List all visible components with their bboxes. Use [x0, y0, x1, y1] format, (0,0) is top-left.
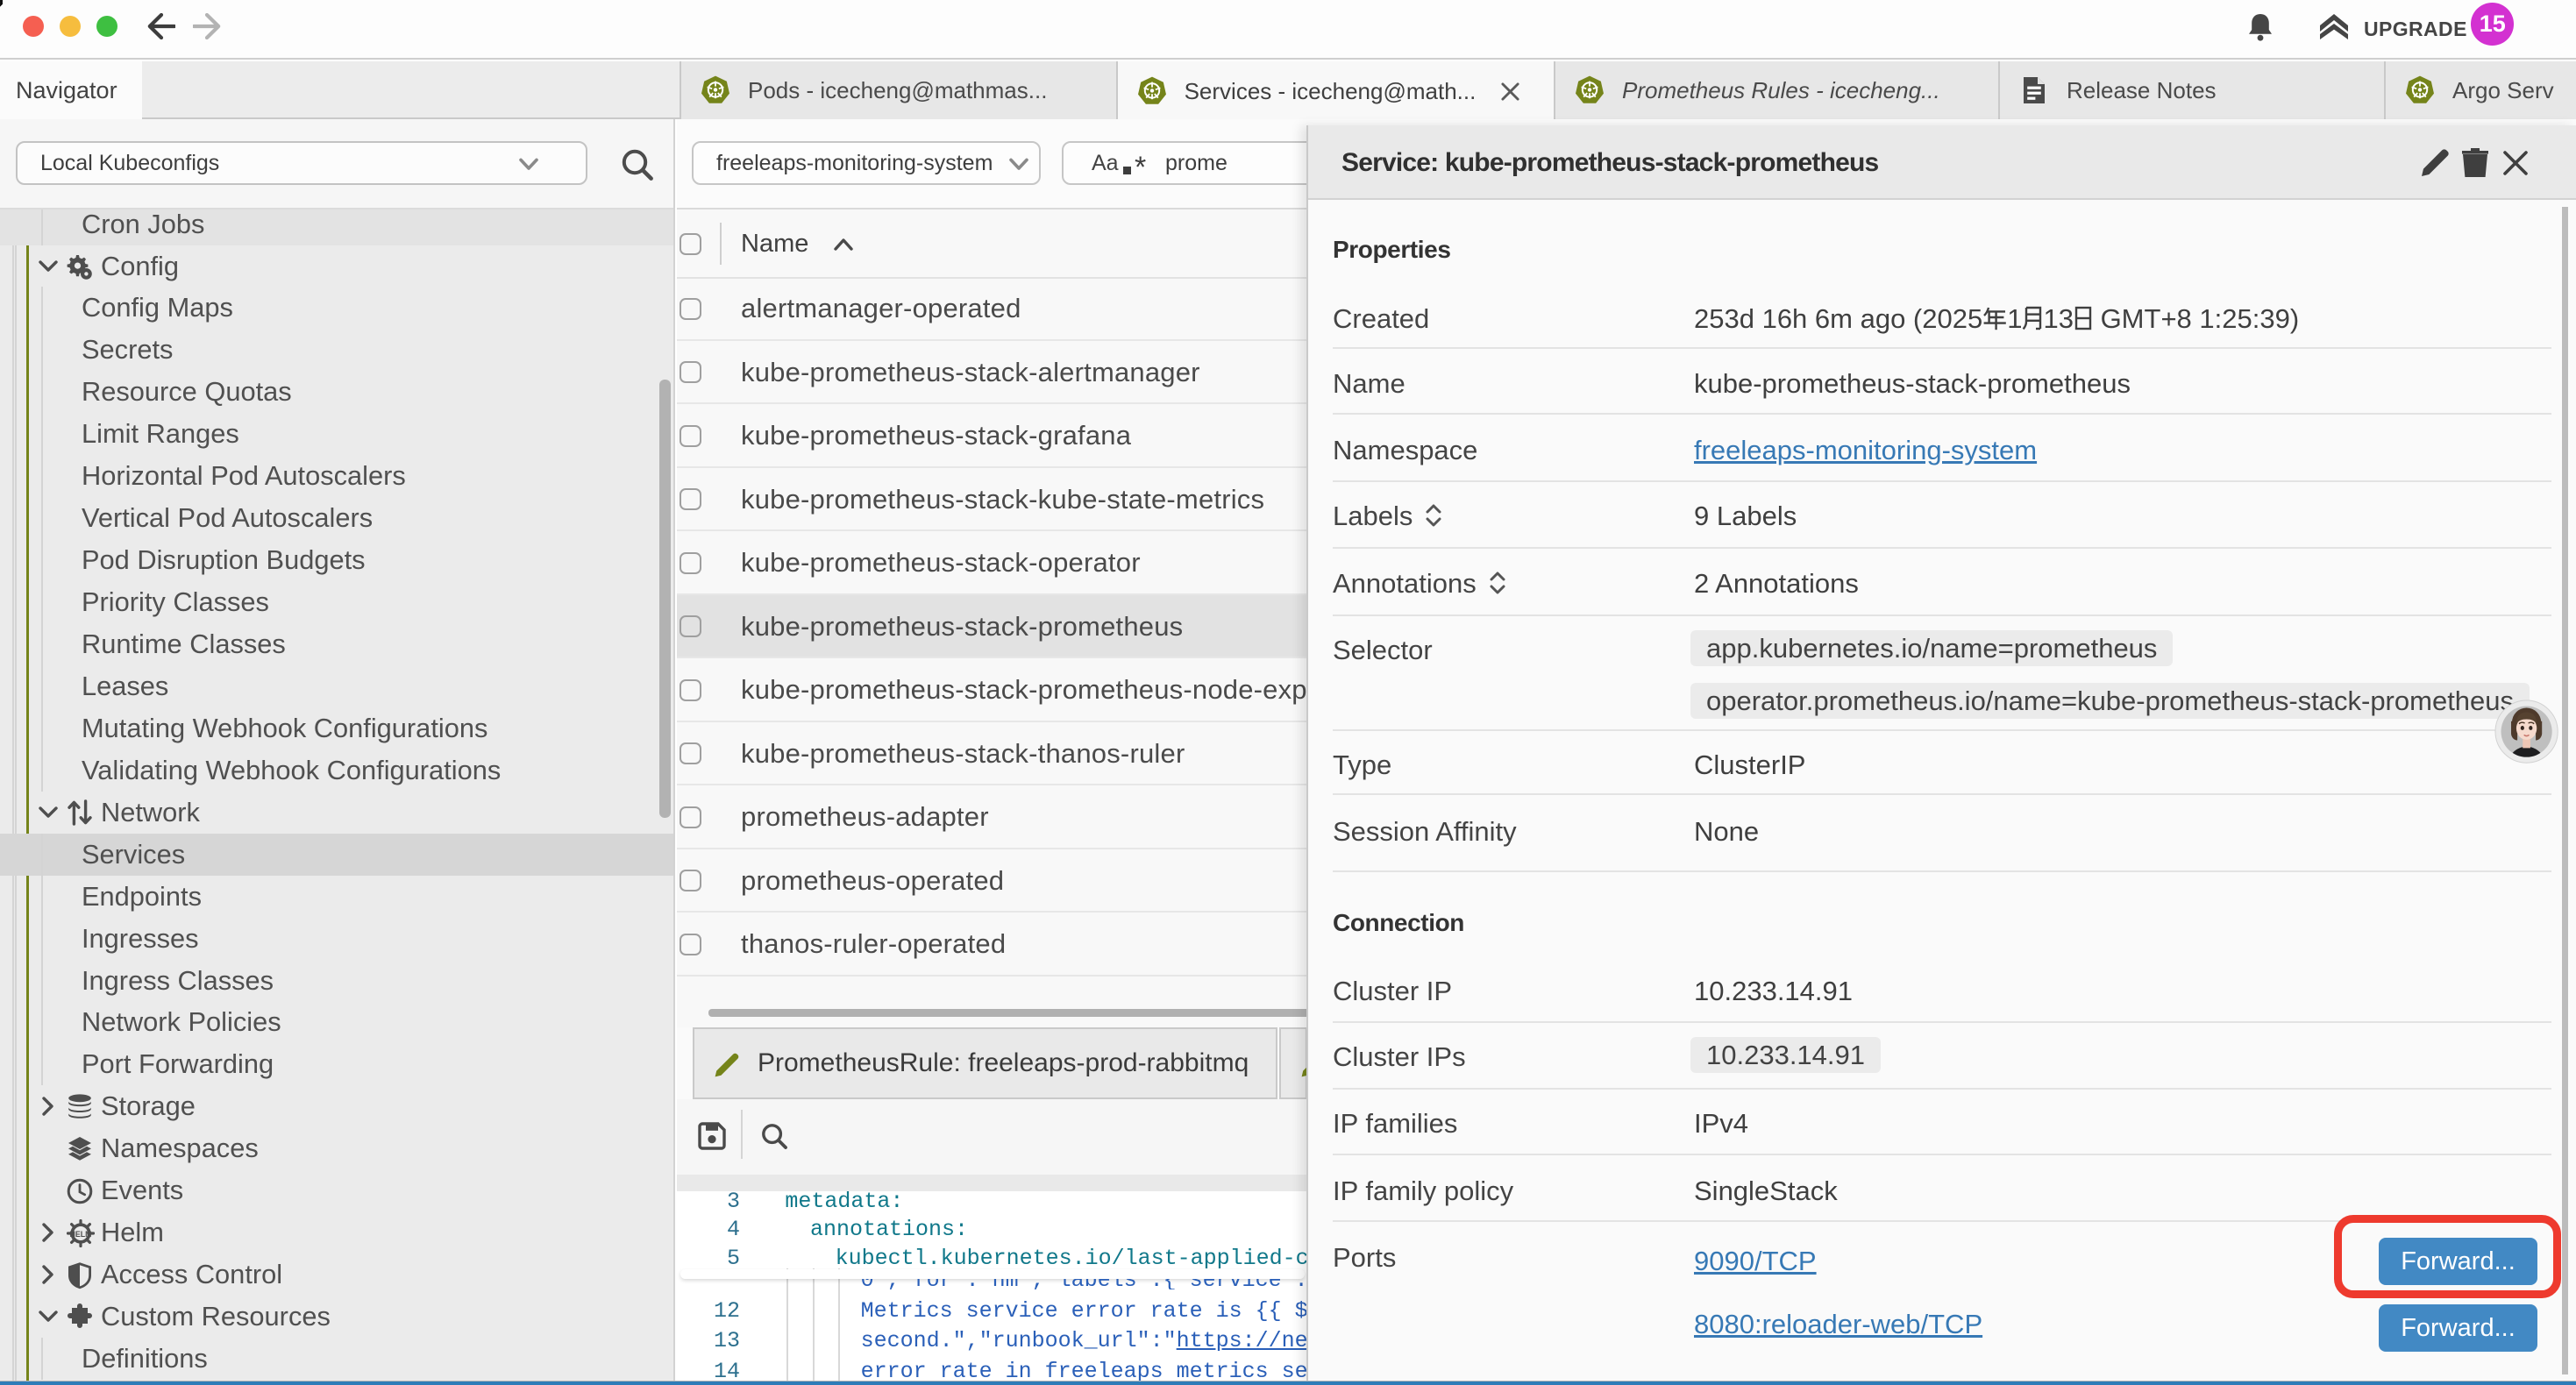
svg-text:*: * — [1135, 155, 1146, 176]
svg-text:HELM: HELM — [70, 1230, 92, 1239]
